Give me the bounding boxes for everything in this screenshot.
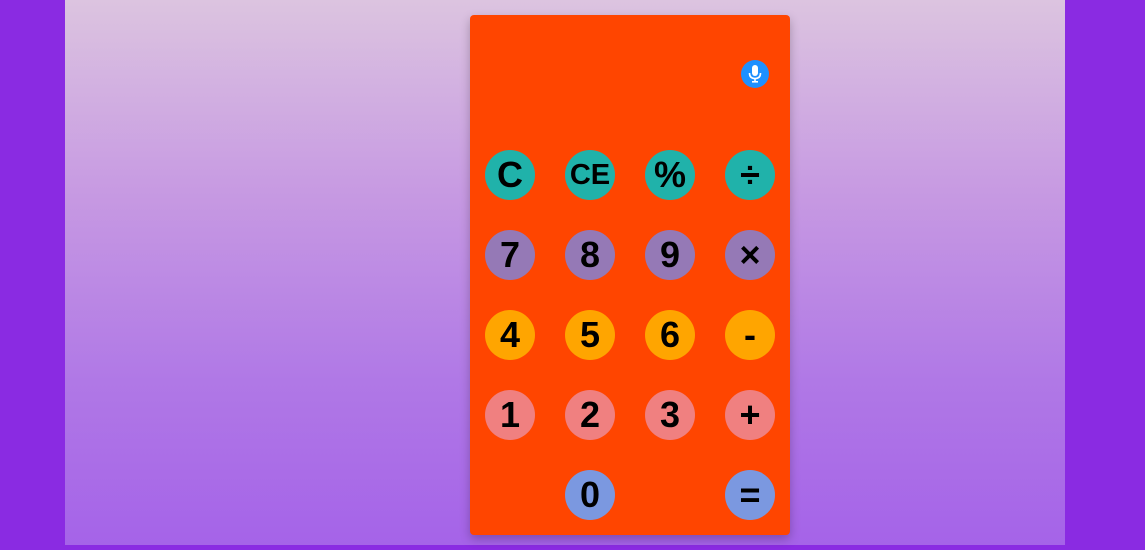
digit-0-button[interactable]: 0: [565, 470, 615, 520]
digit-5-button[interactable]: 5: [565, 310, 615, 360]
digit-2-button[interactable]: 2: [565, 390, 615, 440]
clear-button[interactable]: C: [485, 150, 535, 200]
calculator: C CE % ÷ 7 8 9 × 4 5 6 - 1 2 3 + 0 =: [470, 15, 790, 535]
percent-button[interactable]: %: [645, 150, 695, 200]
add-button[interactable]: +: [725, 390, 775, 440]
digit-1-button[interactable]: 1: [485, 390, 535, 440]
clear-entry-button[interactable]: CE: [565, 150, 615, 200]
digit-4-button[interactable]: 4: [485, 310, 535, 360]
multiply-button[interactable]: ×: [725, 230, 775, 280]
equals-button[interactable]: =: [725, 470, 775, 520]
digit-8-button[interactable]: 8: [565, 230, 615, 280]
page-background: C CE % ÷ 7 8 9 × 4 5 6 - 1 2 3 + 0 =: [65, 0, 1065, 545]
divide-button[interactable]: ÷: [725, 150, 775, 200]
digit-6-button[interactable]: 6: [645, 310, 695, 360]
digit-3-button[interactable]: 3: [645, 390, 695, 440]
digit-9-button[interactable]: 9: [645, 230, 695, 280]
microphone-button[interactable]: [741, 60, 769, 88]
subtract-button[interactable]: -: [725, 310, 775, 360]
digit-7-button[interactable]: 7: [485, 230, 535, 280]
calculator-display: [485, 55, 735, 95]
microphone-icon: [748, 65, 762, 83]
